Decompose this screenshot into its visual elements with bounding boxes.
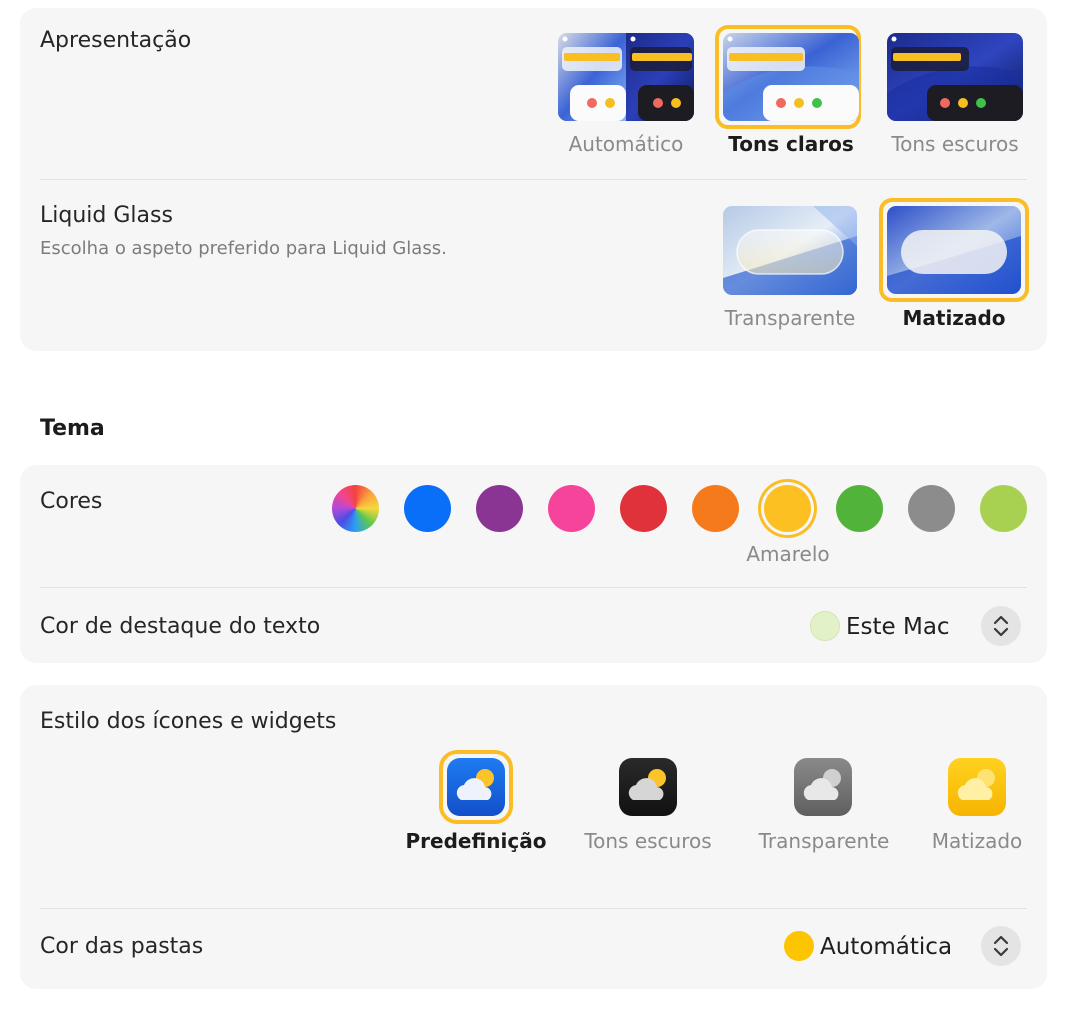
liquid-glass-caption-transparent: Transparente <box>724 306 856 330</box>
folder-color-label: Cor das pastas <box>40 934 204 959</box>
weather-cloud-sun-dark-icon <box>628 769 666 800</box>
appearance-label: Apresentação <box>40 28 192 53</box>
color-swatch-blue[interactable] <box>404 485 451 532</box>
color-swatch-green[interactable] <box>836 485 883 532</box>
color-swatch-lime[interactable] <box>980 485 1027 532</box>
chevron-up-down-icon <box>993 935 1009 957</box>
appearance-caption-light: Tons claros <box>728 132 854 156</box>
theme-section-title: Tema <box>40 416 105 441</box>
weather-cloud-sun-tinted-icon <box>957 769 995 800</box>
color-swatch-orange[interactable] <box>692 485 739 532</box>
weather-cloud-sun-clear-icon <box>803 769 841 800</box>
liquid-glass-caption-tinted: Matizado <box>902 306 1006 330</box>
appearance-auto-preview <box>558 33 694 121</box>
appearance-dark-preview <box>887 33 1023 121</box>
folder-color-value[interactable]: Automática <box>820 934 952 960</box>
icon-style-dark[interactable] <box>619 758 677 816</box>
theme-card: Cores Amarelo Cor de destaque do texto E… <box>20 465 1047 663</box>
color-swatch-graphite[interactable] <box>908 485 955 532</box>
liquid-glass-tinted-preview <box>887 206 1021 294</box>
icons-style-label: Estilo dos ícones e widgets <box>40 709 337 734</box>
color-swatch-pink[interactable] <box>548 485 595 532</box>
appearance-divider <box>40 179 1027 180</box>
icon-style-caption-tinted: Matizado <box>931 829 1023 853</box>
appearance-card: Apresentação Automático Tons claros Tons… <box>20 8 1047 351</box>
liquid-glass-label: Liquid Glass <box>40 203 173 228</box>
highlight-color-swatch <box>810 611 840 641</box>
icon-style-transparent[interactable] <box>794 758 852 816</box>
appearance-caption-auto: Automático <box>568 132 684 156</box>
highlight-color-label: Cor de destaque do texto <box>40 614 321 639</box>
liquid-glass-option-transparent[interactable] <box>723 206 857 295</box>
liquid-glass-option-tinted[interactable] <box>887 206 1021 294</box>
color-swatch-yellow[interactable] <box>764 485 811 532</box>
highlight-color-stepper[interactable] <box>981 606 1021 646</box>
color-swatch-red[interactable] <box>620 485 667 532</box>
appearance-option-dark[interactable] <box>887 33 1023 121</box>
icon-style-caption-dark: Tons escuros <box>584 829 712 853</box>
theme-divider <box>40 587 1027 588</box>
liquid-glass-transparent-preview <box>723 206 857 295</box>
color-swatch-multicolor[interactable] <box>332 485 379 532</box>
colors-label: Cores <box>40 489 103 514</box>
color-swatch-purple[interactable] <box>476 485 523 532</box>
folder-color-swatch <box>784 931 814 961</box>
icons-card: Estilo dos ícones e widgets Predefinição… <box>20 685 1047 989</box>
chevron-up-down-icon <box>993 615 1009 637</box>
liquid-glass-description: Escolha o aspeto preferido para Liquid G… <box>40 238 447 259</box>
folder-color-stepper[interactable] <box>981 926 1021 966</box>
icon-style-caption-transparent: Transparente <box>758 829 890 853</box>
icons-divider <box>40 908 1027 909</box>
appearance-light-preview <box>723 33 859 121</box>
appearance-option-auto[interactable] <box>558 33 694 121</box>
appearance-option-light[interactable] <box>723 33 859 121</box>
selected-color-name: Amarelo <box>746 542 830 566</box>
icon-style-default[interactable] <box>447 758 505 816</box>
highlight-color-value[interactable]: Este Mac <box>846 614 950 640</box>
weather-cloud-sun-icon <box>456 769 494 800</box>
appearance-caption-dark: Tons escuros <box>891 132 1019 156</box>
icon-style-tinted[interactable] <box>948 758 1006 816</box>
icon-style-caption-default: Predefinição <box>405 829 547 853</box>
